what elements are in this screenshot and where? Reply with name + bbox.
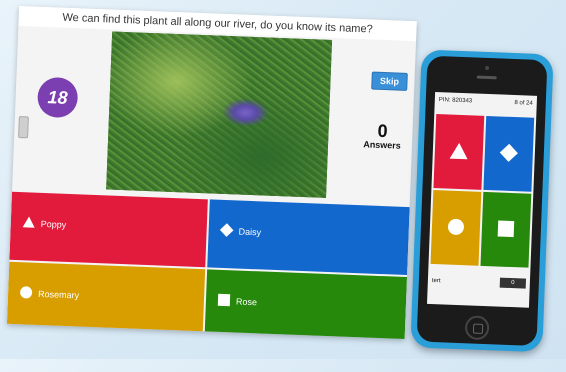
phone-footer: tert 0 (427, 272, 530, 308)
answers-label: Answers (363, 139, 402, 151)
answers-count: 0 (377, 120, 388, 142)
player-nickname: tert (431, 277, 441, 285)
square-icon (217, 293, 231, 307)
answer-option-rose[interactable]: Rose (204, 269, 408, 339)
answer-label: Rosemary (37, 288, 80, 301)
question-image (106, 31, 333, 198)
phone-answer-diamond[interactable] (483, 115, 535, 192)
phone-answer-square[interactable] (480, 191, 532, 268)
circle-icon (447, 218, 465, 236)
circle-icon (19, 286, 33, 299)
answer-option-daisy[interactable]: Daisy (207, 199, 410, 276)
question-progress: 8 of 24 (514, 100, 533, 107)
phone-answer-triangle[interactable] (433, 114, 485, 190)
answer-label: Poppy (40, 218, 67, 230)
answer-option-rosemary[interactable]: Rosemary (6, 261, 206, 338)
speaker-icon (476, 75, 497, 80)
quiz-screen: We can find this plant all along our riv… (6, 5, 417, 339)
game-pin: PIN: 820343 (438, 97, 473, 105)
stage: We can find this plant all along our riv… (0, 0, 566, 372)
answer-option-poppy[interactable]: Poppy (9, 191, 208, 268)
home-button[interactable] (464, 315, 490, 341)
square-icon (497, 220, 515, 238)
phone-answer-circle[interactable] (430, 189, 482, 266)
triangle-icon (449, 142, 469, 160)
triangle-icon (22, 216, 36, 228)
diamond-icon (499, 143, 518, 162)
phone-device: PIN: 820343 8 of 24 tert 0 (410, 49, 554, 353)
phone-header: PIN: 820343 8 of 24 (435, 92, 538, 112)
side-handle[interactable] (18, 116, 29, 139)
phone-bezel: PIN: 820343 8 of 24 tert 0 (416, 55, 548, 347)
countdown-timer: 18 (36, 76, 79, 119)
player-score: 0 (499, 277, 527, 289)
answer-label: Daisy (238, 226, 262, 238)
diamond-icon (219, 223, 234, 237)
camera-icon (485, 65, 490, 71)
phone-screen: PIN: 820343 8 of 24 tert 0 (426, 91, 538, 308)
answers-counter: 0 Answers (352, 121, 413, 151)
answer-label: Rose (235, 296, 258, 308)
skip-button[interactable]: Skip (371, 71, 408, 91)
